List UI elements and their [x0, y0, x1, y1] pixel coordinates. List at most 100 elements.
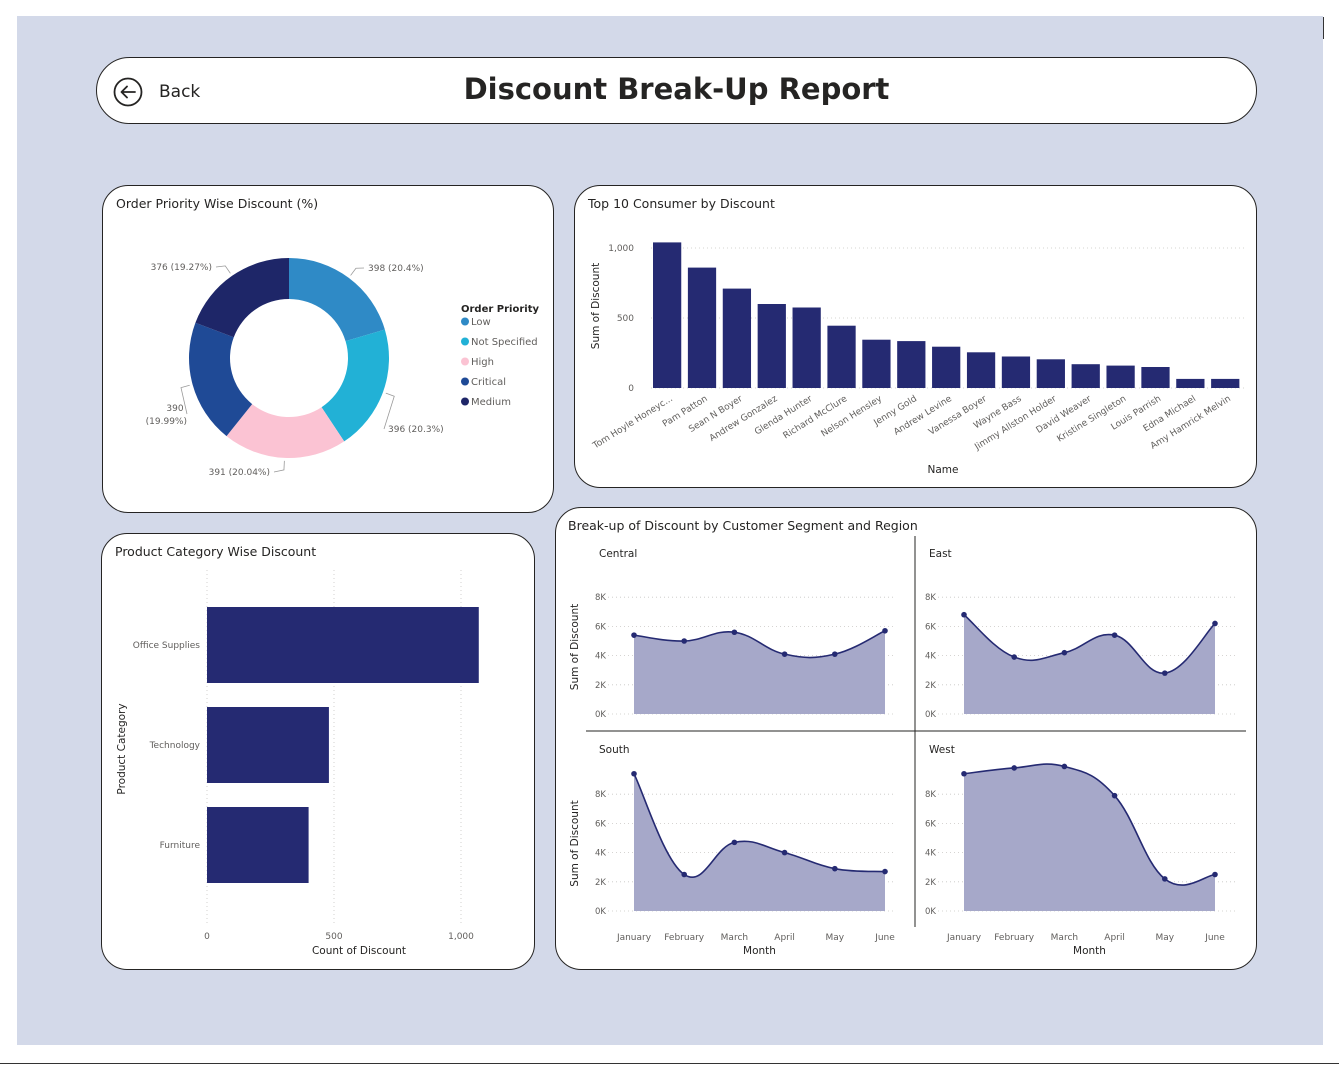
- legend-item-label: Critical: [471, 377, 506, 388]
- area-fill-south: [634, 773, 885, 911]
- consumer-bar: [757, 304, 786, 388]
- donut-leader-line: [350, 267, 365, 276]
- y-tick-label: 8K: [595, 593, 606, 603]
- x-tick-label: May: [825, 933, 844, 943]
- consumer-bar: [722, 288, 752, 388]
- y-tick-label: Furniture: [160, 841, 201, 851]
- legend-title: Order Priority: [461, 304, 539, 315]
- x-tick-label: March: [1051, 933, 1078, 943]
- order-priority-donut-chart: 398 (20.4%) 396 (20.3%) 391 (20.04%) 390 (19…: [146, 258, 539, 478]
- y-axis-title: Sum of Discount: [590, 263, 602, 349]
- consumer-bar: [862, 339, 891, 388]
- data-point: [1011, 654, 1017, 660]
- y-tick-label: 6K: [925, 622, 936, 632]
- consumer-bar: [1001, 356, 1031, 388]
- y-tick-label: 0K: [595, 907, 606, 917]
- category-bar: [207, 607, 479, 683]
- y-tick-label: 4K: [595, 849, 606, 859]
- consumer-bar: [1176, 378, 1205, 388]
- consumer-bar: [966, 352, 996, 388]
- y-tick-label: 0: [628, 384, 634, 394]
- category-bar: [207, 807, 309, 883]
- data-point: [1162, 670, 1168, 676]
- y-tick-label: 1,000: [608, 244, 634, 254]
- legend-marker: [461, 337, 469, 346]
- donut-data-label: 398 (20.4%): [368, 264, 424, 274]
- x-axis-title: Name: [928, 464, 959, 476]
- legend-item-label: Low: [471, 317, 491, 328]
- y-tick-label: Office Supplies: [133, 641, 201, 651]
- consumer-bar: [792, 307, 821, 388]
- text-cursor: [1323, 17, 1324, 39]
- donut-data-label: 376 (19.27%): [151, 263, 212, 273]
- data-point: [1011, 765, 1017, 771]
- legend-item-label: High: [471, 357, 494, 368]
- consumer-bar: [653, 242, 682, 388]
- data-point: [882, 868, 888, 875]
- y-tick-label: 0K: [595, 710, 606, 720]
- data-point: [832, 651, 838, 657]
- panel-title-east: East: [929, 548, 952, 560]
- x-tick-label: June: [1204, 933, 1225, 943]
- report-header: Back Discount Break-Up Report: [96, 57, 1257, 124]
- data-point: [1111, 632, 1118, 638]
- data-point: [1162, 876, 1168, 882]
- x-tick-label: April: [774, 933, 795, 943]
- data-point: [781, 849, 788, 856]
- data-point: [681, 638, 687, 644]
- consumer-bar: [932, 346, 961, 388]
- donut-leader-line: [215, 265, 231, 274]
- y-axis-title: Sum of Discount: [569, 800, 581, 886]
- donut-data-label: 396 (20.3%): [388, 425, 444, 435]
- y-tick-label: 8K: [595, 790, 606, 800]
- y-tick-label: Technology: [149, 741, 201, 751]
- y-tick-label: 6K: [595, 622, 606, 632]
- data-point: [781, 651, 788, 657]
- y-axis-title: Product Category: [116, 703, 128, 794]
- x-axis-title: Month: [1073, 945, 1106, 957]
- y-tick-label: 4K: [925, 849, 936, 859]
- x-tick-label: 0: [204, 932, 210, 942]
- consumer-bar: [1036, 359, 1065, 388]
- x-tick-label: June: [874, 933, 895, 943]
- data-point: [882, 627, 888, 634]
- consumer-bar: [897, 341, 926, 388]
- x-tick-label: February: [994, 933, 1035, 943]
- data-point: [681, 871, 687, 878]
- panel-title-west: West: [929, 744, 955, 756]
- segment-region-card: Break-up of Discount by Customer Segment…: [555, 507, 1257, 970]
- x-tick-label: April: [1104, 933, 1125, 943]
- panel-title-south: South: [599, 744, 630, 756]
- y-tick-label: 4K: [925, 652, 936, 662]
- x-tick-label: Nelson Hensley: [820, 394, 885, 440]
- data-point: [1212, 871, 1218, 878]
- donut-data-label: 391 (20.04%): [209, 468, 270, 478]
- consumer-bar: [1071, 364, 1100, 388]
- y-tick-label: 2K: [925, 681, 936, 691]
- x-tick-label: Andrew Levine: [892, 394, 954, 438]
- x-tick-label: 1,000: [448, 932, 474, 942]
- y-tick-label: 500: [617, 314, 634, 324]
- category-bar: [207, 707, 329, 783]
- x-tick-label: 500: [325, 932, 342, 942]
- data-point: [1061, 763, 1068, 770]
- legend-marker: [461, 317, 469, 326]
- panel-title-central: Central: [599, 548, 637, 560]
- x-axis-title: Month: [743, 945, 776, 957]
- consumer-bar: [1106, 365, 1135, 388]
- donut-leader-line: [273, 460, 285, 473]
- y-axis-title: Sum of Discount: [569, 604, 581, 690]
- x-axis-title: Count of Discount: [312, 945, 406, 957]
- legend-marker: [461, 397, 469, 406]
- y-tick-label: 6K: [925, 819, 936, 829]
- consumer-bar: [1211, 378, 1240, 388]
- top-consumers-card: Top 10 Consumer by Discount 0 500 1,000 Tom…: [574, 185, 1257, 488]
- y-tick-label: 4K: [595, 652, 606, 662]
- y-tick-label: 0K: [925, 710, 936, 720]
- page-bottom-border: [0, 1063, 1339, 1064]
- y-tick-label: 2K: [595, 878, 606, 888]
- product-category-bar-chart: 0 500 1,000 Office Supplies Technology Furnit…: [116, 570, 479, 957]
- data-point: [1212, 620, 1218, 627]
- data-point: [1061, 649, 1068, 656]
- y-tick-label: 6K: [595, 819, 606, 829]
